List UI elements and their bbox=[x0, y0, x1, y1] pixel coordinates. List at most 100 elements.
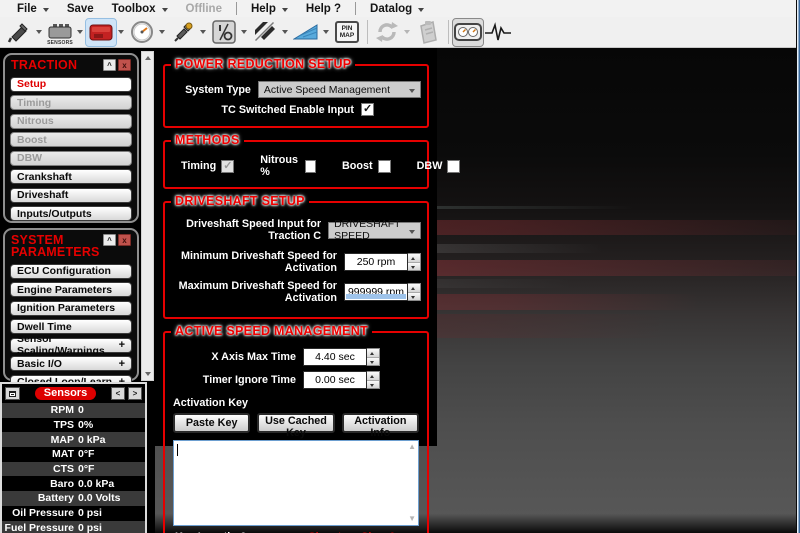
sensors-connector-icon bbox=[47, 23, 73, 41]
sensors-dropdown[interactable] bbox=[75, 19, 85, 45]
sidebar-item-crankshaft[interactable]: Crankshaft bbox=[10, 169, 132, 184]
menu-offline: Offline bbox=[177, 0, 231, 17]
right-pane-splitter[interactable] bbox=[796, 0, 800, 533]
datalog-pulse-icon bbox=[484, 21, 512, 43]
section-title: POWER REDUCTION SETUP bbox=[171, 57, 355, 71]
sensors-header: Sensors < > bbox=[2, 384, 145, 403]
sync-dropdown bbox=[402, 19, 412, 45]
menubar: File Save Toolbox Offline Help Help ? Da… bbox=[0, 0, 800, 17]
menu-help-question[interactable]: Help ? bbox=[297, 0, 350, 17]
timer-ignore-time-value[interactable]: 0.00 sec bbox=[303, 371, 367, 389]
sidebar-item-sensor-scaling[interactable]: Sensor Scaling/Warnings+ bbox=[10, 338, 132, 353]
fan-dropdown[interactable] bbox=[321, 19, 331, 45]
sidebar-item-driveshaft[interactable]: Driveshaft bbox=[10, 188, 132, 203]
boost-checkbox[interactable] bbox=[378, 160, 391, 173]
collapse-panel-button[interactable]: ^ bbox=[103, 234, 116, 246]
sidebar-item-ecu-configuration[interactable]: ECU Configuration bbox=[10, 264, 132, 279]
scroll-down-arrow[interactable] bbox=[142, 368, 153, 380]
dock-window-button[interactable] bbox=[5, 387, 20, 400]
belt-button[interactable] bbox=[250, 19, 280, 46]
max-driveshaft-value[interactable]: 999999 rpm bbox=[344, 283, 408, 301]
fan-button[interactable] bbox=[291, 19, 321, 46]
dbw-checkbox[interactable] bbox=[447, 160, 460, 173]
spin-up-button[interactable] bbox=[367, 372, 379, 380]
spark-plug-icon bbox=[171, 20, 195, 44]
sidebar-item-engine-parameters[interactable]: Engine Parameters bbox=[10, 282, 132, 297]
close-panel-button[interactable]: x bbox=[118, 234, 131, 246]
timing-checkbox bbox=[221, 160, 234, 173]
ecu-module-icon bbox=[89, 22, 113, 42]
driveshaft-input-dropdown[interactable]: DRIVESHAFT SPEED bbox=[328, 222, 421, 239]
sidebar-item-dwell-time[interactable]: Dwell Time bbox=[10, 319, 132, 334]
toolbar-separator bbox=[448, 20, 449, 44]
fuel-injector-dropdown[interactable] bbox=[34, 19, 44, 45]
spark-plug-button[interactable] bbox=[168, 19, 198, 46]
sidebar-item-ignition-parameters[interactable]: Ignition Parameters bbox=[10, 301, 132, 316]
activation-key-textarea[interactable]: ▲ ▼ bbox=[173, 440, 419, 526]
sensors-button[interactable]: SENSORS bbox=[45, 19, 75, 46]
gauge-dropdown[interactable] bbox=[157, 19, 167, 45]
menu-toolbox[interactable]: Toolbox bbox=[103, 0, 177, 17]
sensor-row-baro: Baro0.0 kPa bbox=[2, 476, 145, 491]
menu-help[interactable]: Help bbox=[242, 0, 297, 17]
io-button[interactable] bbox=[209, 19, 239, 46]
min-driveshaft-value[interactable]: 250 rpm bbox=[344, 253, 408, 271]
spark-plug-dropdown[interactable] bbox=[198, 19, 208, 45]
menu-file[interactable]: File bbox=[8, 0, 58, 17]
menu-separator bbox=[355, 2, 356, 15]
sidebar-item-setup[interactable]: Setup bbox=[10, 77, 132, 92]
sidebar-item-dbw: DBW bbox=[10, 151, 132, 166]
collapse-panel-button[interactable]: ^ bbox=[103, 59, 116, 71]
chevron-down-icon bbox=[282, 8, 288, 12]
io-dropdown[interactable] bbox=[239, 19, 249, 45]
sidebar-item-boost: Boost bbox=[10, 132, 132, 147]
section-title: ACTIVE SPEED MANAGEMENT bbox=[171, 324, 372, 338]
toolbar-separator bbox=[367, 20, 368, 44]
scroll-up-arrow[interactable] bbox=[142, 52, 153, 64]
datalog-scope-button[interactable] bbox=[483, 19, 513, 46]
ecu-dropdown[interactable] bbox=[116, 19, 126, 45]
tc-switched-enable-checkbox[interactable] bbox=[361, 103, 374, 116]
x-axis-max-time-label: X Axis Max Time bbox=[171, 351, 303, 363]
spin-down-button[interactable] bbox=[367, 380, 379, 389]
gauge-button[interactable] bbox=[127, 19, 157, 46]
pin-map-button[interactable]: PIN MAP bbox=[332, 19, 362, 46]
activation-info-button[interactable]: Activation Info bbox=[342, 413, 419, 433]
belt-dropdown[interactable] bbox=[280, 19, 290, 45]
spin-down-button[interactable] bbox=[408, 262, 420, 271]
max-driveshaft-label: Maximum Driveshaft Speed for Activation bbox=[171, 280, 344, 304]
use-cached-key-button[interactable]: Use Cached Key bbox=[257, 413, 334, 433]
textarea-scroll-down-icon[interactable]: ▼ bbox=[408, 515, 416, 523]
sensors-prev-button[interactable]: < bbox=[111, 387, 125, 400]
app-window: File Save Toolbox Offline Help Help ? Da… bbox=[0, 0, 800, 533]
ecu-button[interactable] bbox=[86, 19, 116, 46]
main-panel: POWER REDUCTION SETUP System Type Active… bbox=[155, 48, 437, 446]
sidebar-scrollbar[interactable] bbox=[141, 51, 154, 381]
textarea-scroll-up-icon[interactable]: ▲ bbox=[408, 443, 416, 451]
menu-save[interactable]: Save bbox=[58, 0, 103, 17]
paste-key-button[interactable]: Paste Key bbox=[173, 413, 250, 433]
sensor-row-cts: CTS0°F bbox=[2, 462, 145, 477]
spin-up-button[interactable] bbox=[367, 349, 379, 357]
dashboard-button[interactable] bbox=[453, 19, 483, 46]
spin-up-button[interactable] bbox=[408, 284, 420, 292]
sensor-row-tps: TPS0% bbox=[2, 418, 145, 433]
x-axis-max-time-value[interactable]: 4.40 sec bbox=[303, 348, 367, 366]
fuel-injector-button[interactable] bbox=[4, 19, 34, 46]
sidebar-item-basic-io[interactable]: Basic I/O+ bbox=[10, 356, 132, 371]
system-type-label: System Type bbox=[171, 84, 258, 96]
spin-down-button[interactable] bbox=[367, 357, 379, 366]
method-boost: Boost bbox=[342, 160, 391, 173]
menu-datalog[interactable]: Datalog bbox=[361, 0, 433, 17]
spin-down-button[interactable] bbox=[408, 292, 420, 301]
min-driveshaft-spinner: 250 rpm bbox=[344, 253, 421, 271]
timer-ignore-time-spinner: 0.00 sec bbox=[303, 371, 380, 389]
driveshaft-setup-section: DRIVESHAFT SETUP Driveshaft Speed Input … bbox=[163, 201, 429, 319]
system-type-dropdown[interactable]: Active Speed Management bbox=[258, 81, 421, 98]
system-parameters-title: SYSTEM PARAMETERS bbox=[11, 234, 93, 258]
sensors-next-button[interactable]: > bbox=[128, 387, 142, 400]
close-panel-button[interactable]: x bbox=[118, 59, 131, 71]
nitrous-checkbox[interactable] bbox=[305, 160, 316, 173]
sidebar-item-inputs-outputs[interactable]: Inputs/Outputs bbox=[10, 206, 132, 221]
spin-up-button[interactable] bbox=[408, 254, 420, 262]
